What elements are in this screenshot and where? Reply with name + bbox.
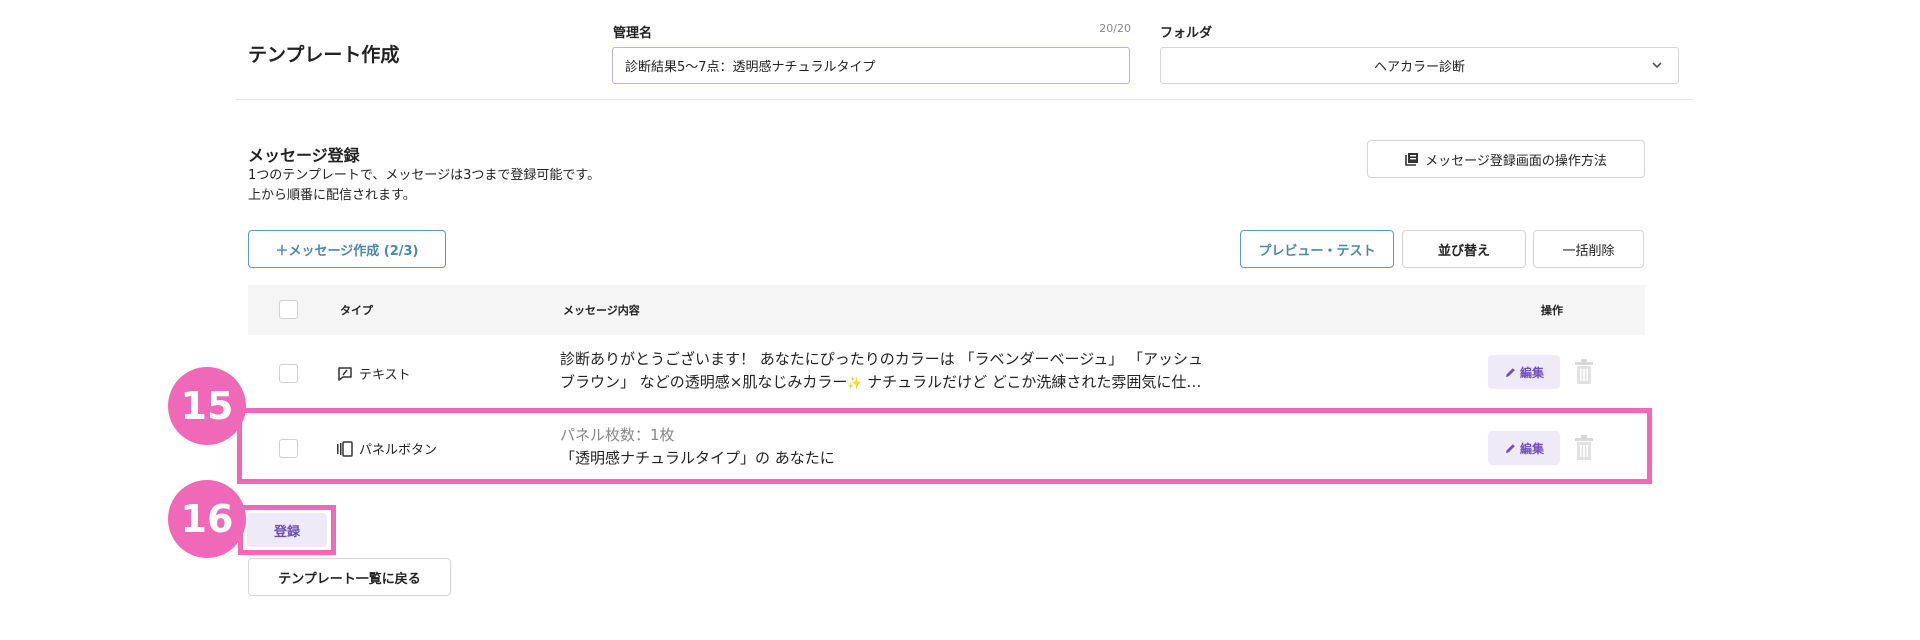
- name-char-counter: 20/20: [1099, 22, 1131, 35]
- create-message-button[interactable]: ＋メッセージ作成 (2/3): [248, 230, 446, 268]
- sparkle-emoji: ✨: [847, 376, 863, 390]
- folder-select-value: ヘアカラー診断: [1373, 60, 1465, 75]
- section-description: 1つのテンプレートで、メッセージは3つまで登録可能です。 上から順番に配信されま…: [248, 166, 600, 206]
- book-icon: [1405, 153, 1419, 166]
- back-to-list-button[interactable]: テンプレート一覧に戻る: [248, 558, 451, 596]
- select-all-checkbox[interactable]: [279, 300, 298, 319]
- row-content-line1: 診断ありがとうございます！ あなたにぴったりのカラーは 「ラベンダーベージュ」 …: [560, 350, 1203, 368]
- howto-button-label: メッセージ登録画面の操作方法: [1425, 153, 1607, 169]
- table-header: タイプ メッセージ内容 操作: [248, 285, 1645, 335]
- name-input[interactable]: [612, 47, 1130, 84]
- section-desc-line2: 上から順番に配信されます。: [248, 188, 416, 203]
- pencil-icon: [1505, 367, 1515, 377]
- trash-icon[interactable]: [1573, 359, 1595, 385]
- preview-test-button[interactable]: プレビュー・テスト: [1240, 230, 1394, 268]
- row-content: 診断ありがとうございます！ あなたにぴったりのカラーは 「ラベンダーベージュ」 …: [560, 348, 1203, 395]
- highlight-row-frame: [237, 408, 1652, 484]
- row-type: テキスト: [336, 364, 411, 383]
- edit-button[interactable]: 編集: [1488, 355, 1560, 389]
- section-title: メッセージ登録: [248, 146, 360, 165]
- howto-button[interactable]: メッセージ登録画面の操作方法: [1367, 140, 1645, 178]
- highlight-register-frame: [238, 505, 336, 555]
- step-badge-16: 16: [168, 480, 246, 558]
- name-label: 管理名: [613, 26, 653, 41]
- table-row: テキスト 診断ありがとうございます！ あなたにぴったりのカラーは 「ラベンダーベ…: [248, 335, 1645, 411]
- sort-button[interactable]: 並び替え: [1402, 230, 1526, 268]
- folder-label: フォルダ: [1160, 26, 1213, 41]
- row-content-line2b: ナチュラルだけど どこか洗練された雰囲気に仕…: [862, 373, 1202, 391]
- folder-select[interactable]: ヘアカラー診断: [1160, 47, 1679, 84]
- header-divider: [236, 99, 1693, 100]
- row-type-label: テキスト: [359, 368, 411, 383]
- page-title: テンプレート作成: [248, 44, 400, 66]
- row-content-line2a: ブラウン」 などの透明感×肌なじみカラー: [560, 373, 848, 391]
- edit-button-label: 編集: [1519, 365, 1544, 380]
- chevron-down-icon: [1652, 62, 1662, 69]
- row-content-line2: ブラウン」 などの透明感×肌なじみカラー✨ ナチュラルだけど どこか洗練された雰…: [560, 371, 1203, 395]
- bulk-delete-button[interactable]: 一括削除: [1533, 230, 1644, 268]
- column-content: メッセージ内容: [563, 304, 640, 317]
- row-checkbox[interactable]: [279, 364, 298, 383]
- text-message-icon: [338, 366, 352, 381]
- section-desc-line1: 1つのテンプレートで、メッセージは3つまで登録可能です。: [248, 168, 601, 183]
- column-actions: 操作: [1541, 304, 1563, 317]
- column-type: タイプ: [340, 304, 373, 317]
- step-badge-15: 15: [168, 367, 246, 445]
